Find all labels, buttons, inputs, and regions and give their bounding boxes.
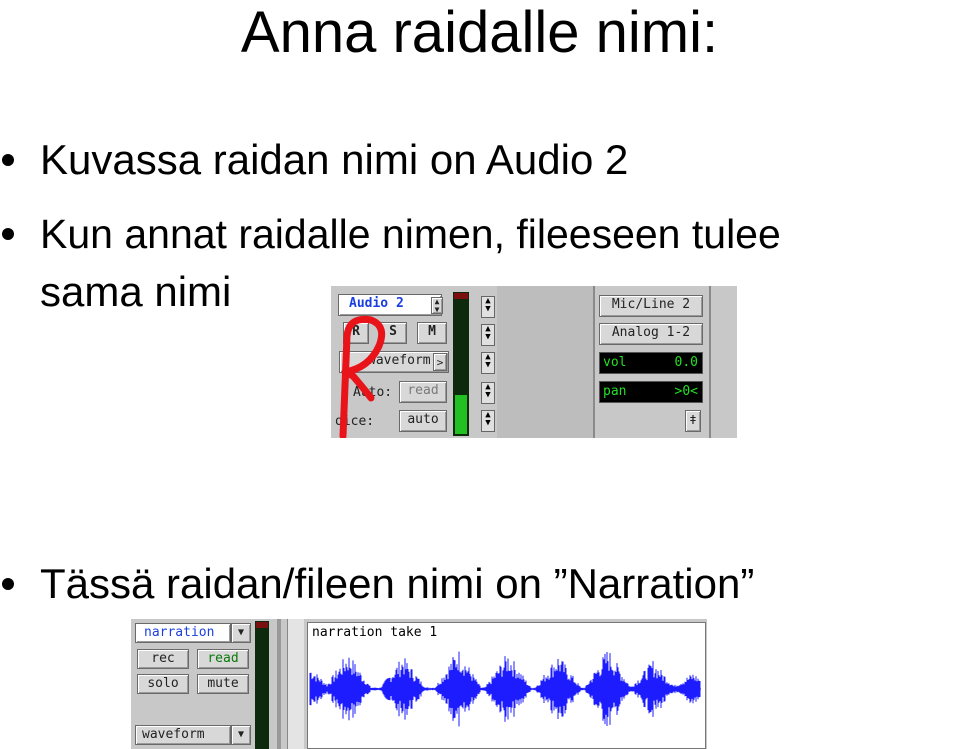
divider bbox=[277, 619, 281, 749]
clip-indicator bbox=[256, 622, 268, 628]
bullet-2-text-line2: sama nimi bbox=[40, 268, 232, 315]
track-view-label: waveform bbox=[142, 727, 205, 742]
mute-button[interactable]: mute bbox=[197, 674, 249, 694]
bullet-3: Tässä raidan/fileen nimi on ”Narration” bbox=[0, 560, 959, 608]
ruler-strip bbox=[287, 619, 304, 749]
dropdown-arrow-icon[interactable]: ▼ bbox=[231, 623, 251, 643]
bullet-2-text: Kun annat raidalle nimen, fileeseen tule… bbox=[40, 211, 781, 257]
bullet-1: Kuvassa raidan nimi on Audio 2 bbox=[0, 136, 959, 184]
audio-waveform bbox=[309, 651, 701, 727]
solo-button[interactable]: solo bbox=[137, 674, 189, 694]
bullet-dot bbox=[2, 154, 14, 166]
track-name: narration bbox=[144, 625, 215, 640]
bullet-dot bbox=[2, 578, 14, 590]
rec-button[interactable]: rec bbox=[137, 649, 189, 669]
red-annotation bbox=[339, 315, 386, 438]
protools-track-screenshot: Audio 2 ▲ ▼ R S M waveform > Auto: read o… bbox=[331, 286, 737, 438]
dropdown-arrow-icon[interactable]: ▼ bbox=[231, 725, 251, 745]
bullet-1-text: Kuvassa raidan nimi on Audio 2 bbox=[40, 136, 629, 183]
level-meter bbox=[255, 621, 269, 749]
narration-track-screenshot: narration ▼ rec read solo mute waveform … bbox=[131, 619, 707, 749]
read-button[interactable]: read bbox=[197, 649, 249, 669]
waveform-area[interactable]: narration take 1 bbox=[307, 622, 706, 749]
bullet-2: Kun annat raidalle nimen, fileeseen tule… bbox=[0, 210, 959, 258]
track-view-selector[interactable]: waveform bbox=[135, 725, 231, 745]
annotation-stroke bbox=[339, 315, 386, 438]
track-name-field[interactable]: narration bbox=[135, 623, 231, 643]
slide-title: Anna raidalle nimi: bbox=[240, 0, 719, 65]
bullet-2-continued: sama nimi bbox=[0, 268, 300, 316]
bullet-3-text: Tässä raidan/fileen nimi on ”Narration” bbox=[40, 560, 755, 607]
bullet-dot bbox=[2, 228, 14, 240]
